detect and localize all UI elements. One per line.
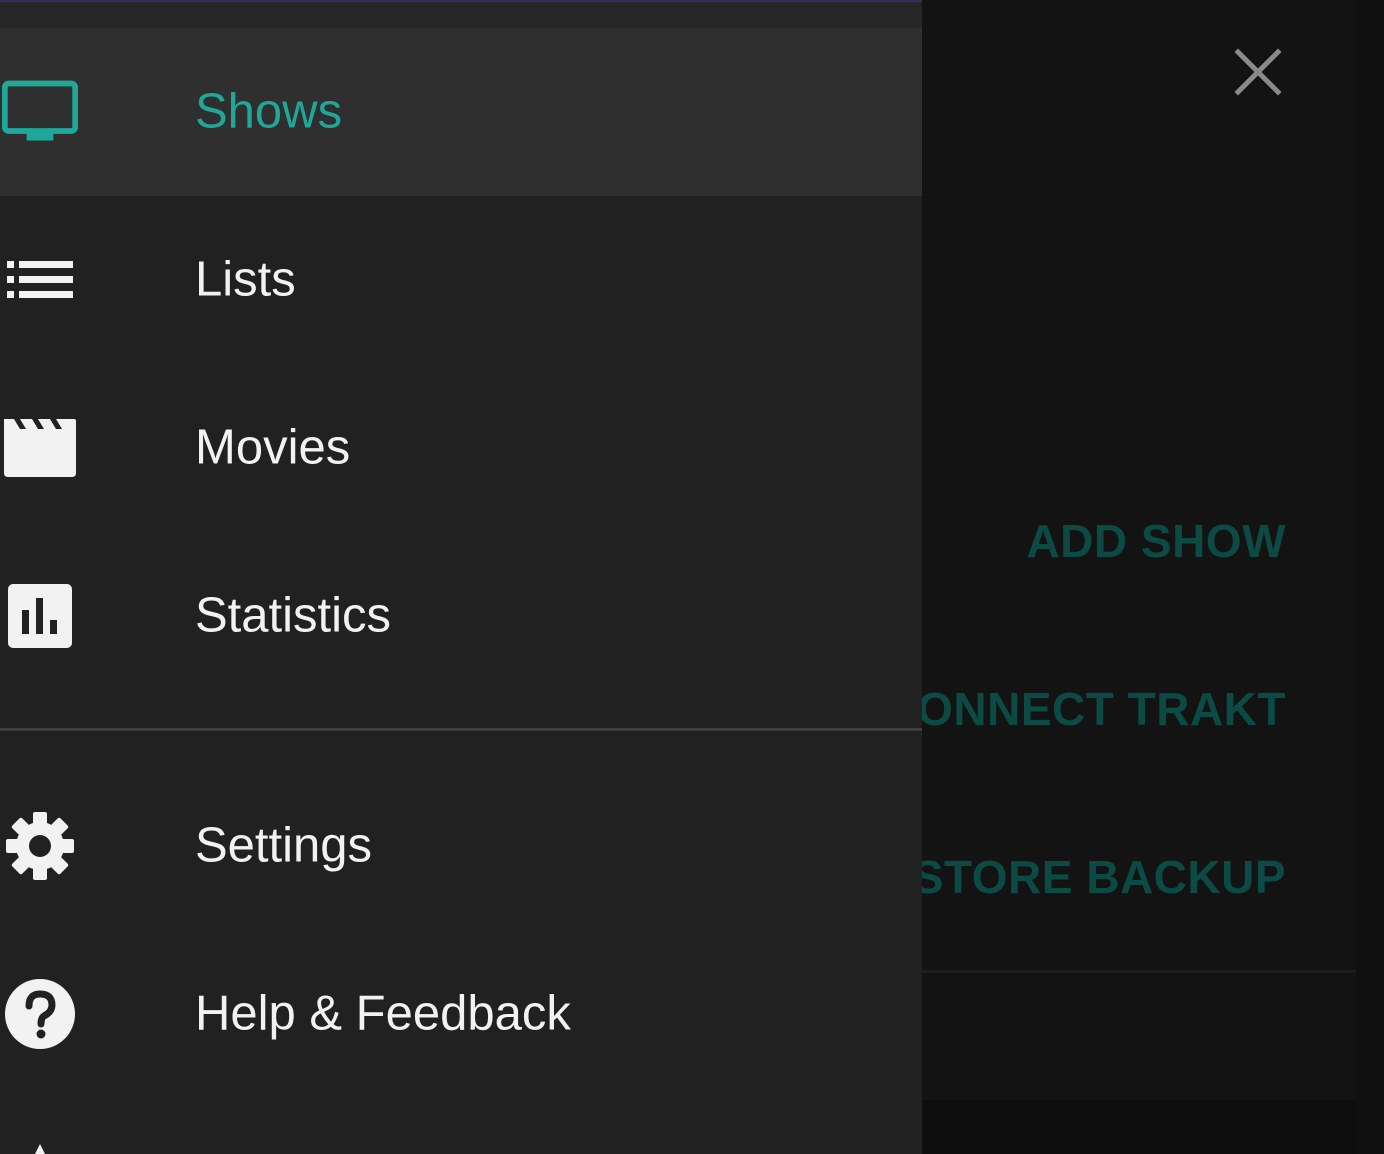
nav-item-label: Statistics [195,588,392,643]
add-show-button[interactable]: ADD SHOW [1026,518,1286,564]
nav-item-label: Lists [195,252,296,307]
tv-icon [2,74,78,150]
movie-clapper-icon [2,410,78,486]
navigation-drawer: Shows Lists Movies Statistics Settings H… [0,0,922,1154]
background-divider [922,970,1356,973]
nav-item-statistics[interactable]: Statistics [0,532,922,700]
restore-backup-button[interactable]: ESTORE BACKUP [882,854,1286,900]
app-screen: ADD SHOW ONNECT TRAKT ESTORE BACKUP Show… [0,0,1384,1154]
close-button[interactable] [1226,40,1290,104]
bar-chart-icon [2,578,78,654]
close-icon [1234,48,1282,96]
nav-item-label: Help & Feedback [195,986,571,1041]
nav-item-label: Movies [195,420,351,475]
nav-item-movies[interactable]: Movies [0,364,922,532]
list-icon [2,242,78,318]
nav-item-settings[interactable]: Settings [0,762,922,930]
drawer-divider [0,728,922,731]
help-circle-icon [2,976,78,1052]
nav-item-label: Settings [195,818,373,873]
partial-item-icon [35,1144,45,1154]
nav-item-label: Shows [195,84,343,139]
drawer-status-area [0,0,922,28]
nav-item-shows[interactable]: Shows [0,28,922,196]
nav-item-help-feedback[interactable]: Help & Feedback [0,930,922,1098]
background-edge [1356,0,1384,1154]
gear-icon [2,808,78,884]
nav-item-lists[interactable]: Lists [0,196,922,364]
connect-trakt-button[interactable]: ONNECT TRAKT [917,686,1286,732]
